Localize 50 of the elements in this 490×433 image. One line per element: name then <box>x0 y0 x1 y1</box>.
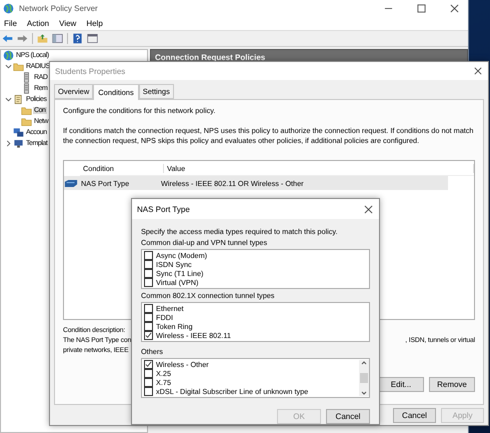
checkbox[interactable] <box>144 269 153 278</box>
chevron-right-icon[interactable] <box>5 140 12 147</box>
checkbox[interactable] <box>144 378 153 387</box>
globe-icon <box>3 50 14 61</box>
dialog-button[interactable]: Cancel <box>326 409 370 424</box>
checkbox[interactable] <box>144 322 153 331</box>
monitor-icon <box>13 138 24 149</box>
checkbox[interactable] <box>144 260 153 269</box>
dialog-title: NAS Port Type <box>137 204 190 214</box>
menu-item[interactable]: File <box>4 18 17 28</box>
close-icon <box>474 67 482 75</box>
scroll-up-icon[interactable] <box>361 360 367 365</box>
dialog-button[interactable]: Cancel <box>393 408 436 423</box>
checkbox[interactable] <box>144 387 153 396</box>
checkbox[interactable] <box>144 360 153 369</box>
console-icon <box>87 33 98 44</box>
folder-up-icon <box>37 33 48 44</box>
dialog-title: Students Properties <box>55 66 126 76</box>
back-arrow-icon <box>2 33 13 44</box>
scroll-down-icon[interactable] <box>361 391 367 396</box>
chevron-down-icon[interactable] <box>5 63 12 70</box>
document-icon <box>13 94 24 105</box>
computer-icon <box>13 127 24 138</box>
menu-item[interactable]: Action <box>26 18 50 28</box>
forward-arrow-icon <box>17 33 28 44</box>
menu-item[interactable]: View <box>59 18 76 28</box>
dialog-button[interactable]: Edit... <box>378 377 424 392</box>
folder-icon <box>21 105 32 116</box>
close-icon <box>364 204 373 214</box>
pane-icon <box>52 33 63 44</box>
server-icon <box>21 83 32 94</box>
checkbox[interactable] <box>144 278 153 287</box>
server-icon <box>21 72 32 83</box>
dialog-button[interactable]: Remove <box>429 377 475 392</box>
globe-icon <box>3 2 14 14</box>
checkbox[interactable] <box>144 313 153 322</box>
checkbox[interactable] <box>144 369 153 378</box>
folder-icon <box>21 116 32 127</box>
scrollbar[interactable] <box>359 360 369 396</box>
window-title: Network Policy Server <box>19 4 99 12</box>
menu-item[interactable]: Help <box>86 18 103 28</box>
help-icon <box>72 33 83 44</box>
maximize-icon <box>416 4 426 12</box>
checkbox[interactable] <box>144 251 153 260</box>
checkbox[interactable] <box>144 331 153 340</box>
folder-icon <box>13 61 24 72</box>
close-icon <box>450 4 458 12</box>
chevron-down-icon[interactable] <box>5 96 12 103</box>
checkbox[interactable] <box>144 304 153 313</box>
network-port-icon <box>64 178 78 188</box>
